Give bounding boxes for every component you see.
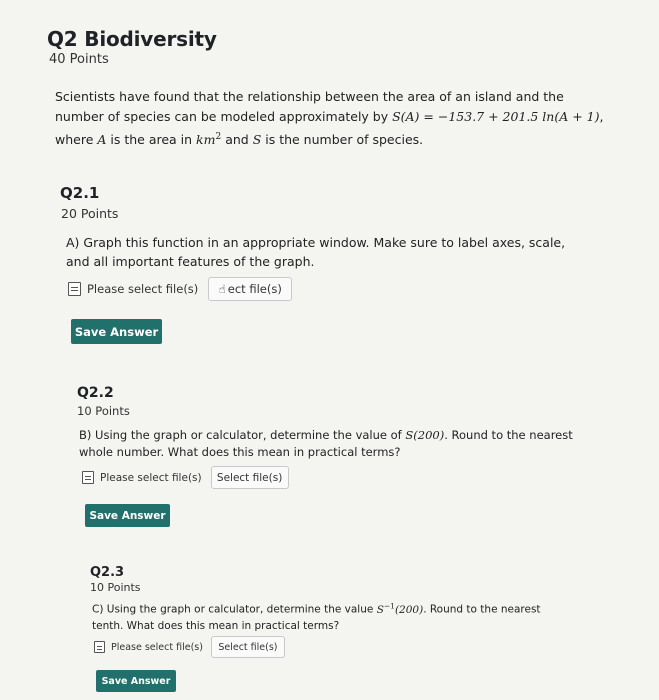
select-files-label: ect file(s) xyxy=(227,282,282,296)
subquestion-text: A) Graph this function in an appropriate… xyxy=(66,235,566,269)
subquestion-points: 10 Points xyxy=(77,404,130,418)
expression: S(200) xyxy=(405,428,445,442)
save-answer-button[interactable]: Save Answer xyxy=(85,504,170,527)
hand-pointer-icon: ☝ xyxy=(218,282,226,296)
document-icon xyxy=(82,471,94,484)
subquestion-title: Q2.3 xyxy=(90,565,125,580)
file-upload-text: Please select file(s) xyxy=(87,282,199,296)
file-upload-row: Please select file(s) Select file(s) xyxy=(94,636,285,658)
subquestion-text-part: C) Using the graph or calculator, determ… xyxy=(92,603,377,616)
expression: S−1(200) xyxy=(376,601,424,616)
file-upload-row: Please select file(s) ☝ ect file(s) xyxy=(68,277,293,301)
file-upload-label: Please select file(s) xyxy=(68,282,198,296)
expression-base: S xyxy=(376,603,384,616)
select-files-button[interactable]: Select file(s) xyxy=(210,636,285,658)
unit-base: km xyxy=(196,132,216,148)
subquestion-title: Q2.1 xyxy=(60,184,100,202)
expression-argument: (200) xyxy=(394,603,424,616)
prompt-text: is the area in xyxy=(106,132,197,148)
prompt-text: is the number of species. xyxy=(261,132,424,148)
formula: S(A) = −153.7 + 201.5 ln(A + 1) xyxy=(392,109,600,124)
subquestion-text-part: B) Using the graph or calculator, determ… xyxy=(79,428,406,442)
expression-exponent: −1 xyxy=(383,601,395,610)
subquestion-text: C) Using the graph or calculator, determ… xyxy=(92,598,562,634)
variable-s: S xyxy=(252,132,262,148)
question-prompt: Scientists have found that the relations… xyxy=(55,87,615,150)
question-points: 40 Points xyxy=(49,52,109,67)
file-upload-label: Please select file(s) xyxy=(82,471,202,484)
save-answer-button[interactable]: Save Answer xyxy=(71,319,162,344)
file-upload-text: Please select file(s) xyxy=(111,641,203,653)
document-icon xyxy=(94,641,105,653)
save-answer-button[interactable]: Save Answer xyxy=(96,670,176,692)
file-upload-label: Please select file(s) xyxy=(94,641,203,653)
unit: km2 xyxy=(196,132,221,147)
document-icon xyxy=(68,282,81,296)
select-files-button[interactable]: Select file(s) xyxy=(210,466,289,489)
question-title: Q2 Biodiversity xyxy=(47,27,217,51)
file-upload-text: Please select file(s) xyxy=(100,471,202,484)
select-files-button[interactable]: ☝ ect file(s) xyxy=(208,277,293,301)
subquestion-title: Q2.2 xyxy=(77,385,114,401)
page: Q2 Biodiversity 40 Points Scientists hav… xyxy=(0,0,659,700)
subquestion-points: 20 Points xyxy=(61,206,119,221)
prompt-text: and xyxy=(221,132,253,148)
subquestion-points: 10 Points xyxy=(90,581,141,594)
file-upload-row: Please select file(s) Select file(s) xyxy=(82,466,289,489)
subquestion-text: B) Using the graph or calculator, determ… xyxy=(79,427,574,461)
